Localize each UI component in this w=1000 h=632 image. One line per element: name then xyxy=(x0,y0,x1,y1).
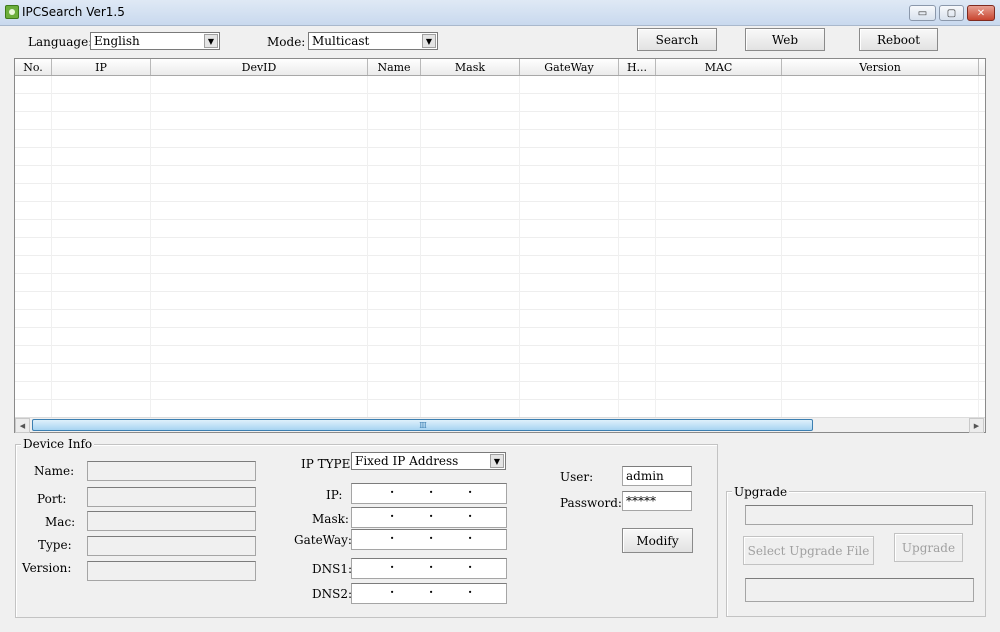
column-header-version[interactable]: Version xyxy=(782,59,979,75)
chevron-down-icon[interactable]: ▼ xyxy=(204,34,218,48)
dns1-input[interactable]: · · · xyxy=(351,558,507,579)
column-header-no[interactable]: No. xyxy=(15,59,52,75)
chevron-down-icon[interactable]: ▼ xyxy=(490,454,504,468)
ip-label: IP: xyxy=(326,488,343,502)
mode-select-value: Multicast xyxy=(312,34,370,48)
upgrade-file-path xyxy=(745,505,973,525)
version-field xyxy=(87,561,256,581)
column-header-http[interactable]: H... xyxy=(619,59,656,75)
column-header-mac[interactable]: MAC xyxy=(656,59,782,75)
upgrade-title: Upgrade xyxy=(732,485,790,499)
port-label: Port: xyxy=(37,492,67,506)
user-label: User: xyxy=(560,470,594,484)
mode-select[interactable]: Multicast ▼ xyxy=(308,32,438,50)
minimize-button[interactable]: ▭ xyxy=(909,5,936,21)
table-header: No. IP DevID Name Mask GateWay H... MAC … xyxy=(15,59,985,76)
device-table[interactable]: No. IP DevID Name Mask GateWay H... MAC … xyxy=(14,58,986,433)
maximize-icon: ▢ xyxy=(946,7,957,19)
mac-label: Mac: xyxy=(45,515,76,529)
name-field xyxy=(87,461,256,481)
window-title: IPCSearch Ver1.5 xyxy=(22,5,125,19)
port-field xyxy=(87,487,256,507)
grip-icon: III xyxy=(419,420,427,430)
dns1-label: DNS1: xyxy=(312,562,353,576)
search-button[interactable]: Search xyxy=(637,28,717,51)
table-body[interactable] xyxy=(15,76,985,417)
upgrade-button[interactable]: Upgrade xyxy=(894,533,963,562)
scroll-left-icon[interactable]: ◀ xyxy=(15,418,30,433)
dns2-label: DNS2: xyxy=(312,587,353,601)
language-select-value: English xyxy=(94,34,140,48)
device-info-title: Device Info xyxy=(21,437,95,451)
type-label: Type: xyxy=(38,538,72,552)
language-label: Language: xyxy=(28,35,93,49)
select-upgrade-file-button[interactable]: Select Upgrade File xyxy=(743,536,874,565)
column-header-devid[interactable]: DevID xyxy=(151,59,368,75)
title-bar: IPCSearch Ver1.5 ▭ ▢ ✕ xyxy=(0,0,1000,26)
ip-type-select[interactable]: Fixed IP Address ▼ xyxy=(351,452,506,470)
language-select[interactable]: English ▼ xyxy=(90,32,220,50)
gateway-input[interactable]: · · · xyxy=(351,529,507,550)
upgrade-status xyxy=(745,578,974,602)
column-header-name[interactable]: Name xyxy=(368,59,421,75)
column-header-ip[interactable]: IP xyxy=(52,59,151,75)
name-label: Name: xyxy=(34,464,75,478)
gateway-label: GateWay: xyxy=(294,533,352,547)
type-field xyxy=(87,536,256,556)
column-header-gateway[interactable]: GateWay xyxy=(520,59,619,75)
column-header-mask[interactable]: Mask xyxy=(421,59,520,75)
modify-button[interactable]: Modify xyxy=(622,528,693,553)
mask-input[interactable]: · · · xyxy=(351,507,507,528)
horizontal-scrollbar[interactable]: ◀ III ▶ xyxy=(15,417,985,433)
ip-type-value: Fixed IP Address xyxy=(355,454,459,468)
close-icon: ✕ xyxy=(976,7,986,19)
version-label: Version: xyxy=(22,561,72,575)
ip-type-label: IP TYPE xyxy=(301,457,351,471)
user-input[interactable]: admin xyxy=(622,466,692,486)
chevron-down-icon[interactable]: ▼ xyxy=(422,34,436,48)
minimize-icon: ▭ xyxy=(917,7,928,19)
password-label: Password: xyxy=(560,496,622,510)
scroll-right-icon[interactable]: ▶ xyxy=(969,418,984,433)
close-button[interactable]: ✕ xyxy=(967,5,995,21)
ip-address-input[interactable]: · · · xyxy=(351,483,507,504)
mode-label: Mode: xyxy=(267,35,306,49)
scroll-thumb[interactable]: III xyxy=(32,419,813,431)
mac-field xyxy=(87,511,256,531)
reboot-button[interactable]: Reboot xyxy=(859,28,938,51)
password-input[interactable]: ***** xyxy=(622,491,692,511)
mask-label: Mask: xyxy=(312,512,349,526)
maximize-button[interactable]: ▢ xyxy=(939,5,964,21)
dns2-input[interactable]: · · · xyxy=(351,583,507,604)
web-button[interactable]: Web xyxy=(745,28,825,51)
app-icon xyxy=(5,5,19,19)
